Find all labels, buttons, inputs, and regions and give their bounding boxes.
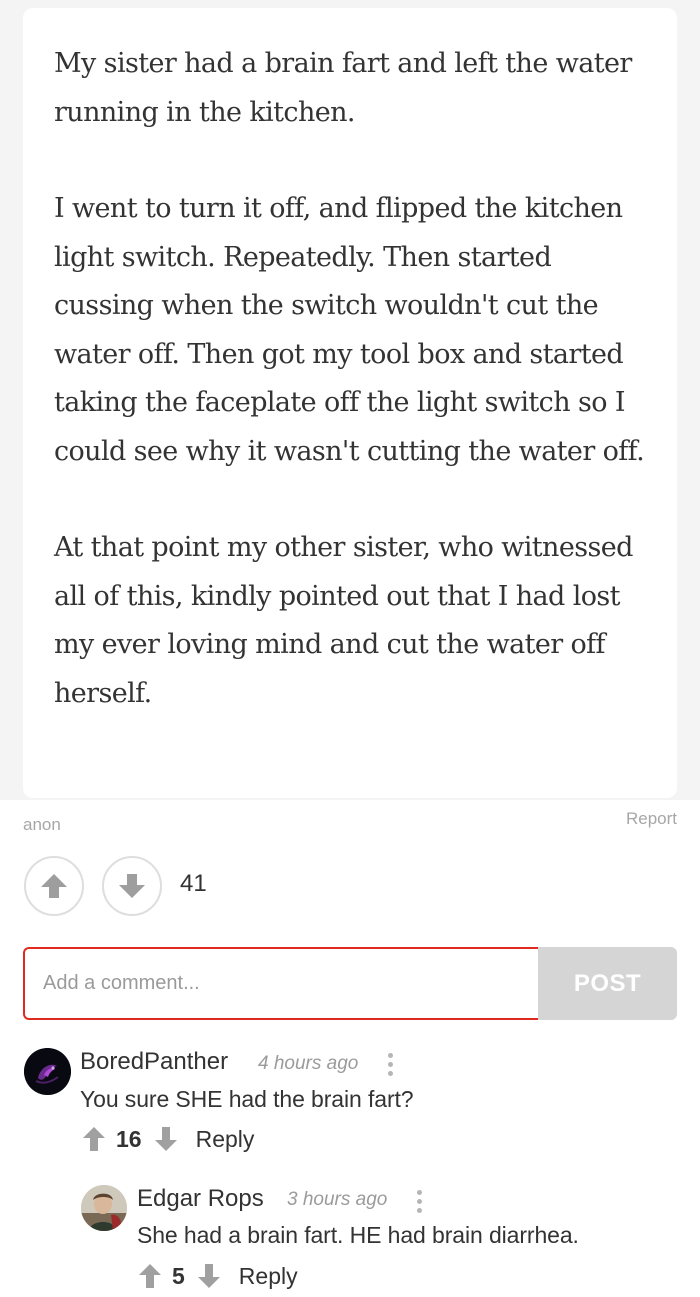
arrow-up-icon[interactable] [82, 1126, 106, 1152]
more-vertical-icon[interactable] [385, 1053, 395, 1079]
arrow-down-icon [119, 874, 145, 898]
comment-text: You sure SHE had the brain fart? [80, 1086, 414, 1112]
comment-author[interactable]: BoredPanther [80, 1048, 228, 1076]
comment-vote-count: 5 [172, 1262, 185, 1289]
post-paragraph: At that point my other sister, who witne… [54, 532, 633, 709]
comment-vote-count: 16 [116, 1125, 142, 1152]
avatar[interactable] [24, 1048, 71, 1095]
comment-author[interactable]: Edgar Rops [137, 1185, 264, 1213]
reply-button[interactable]: Reply [196, 1126, 255, 1153]
post-card: My sister had a brain fart and left the … [23, 8, 677, 798]
comment-input[interactable] [23, 947, 539, 1020]
arrow-down-icon[interactable] [197, 1263, 221, 1289]
upvote-button[interactable] [24, 856, 84, 916]
comment-actions: 5 Reply [138, 1261, 298, 1291]
comment-actions: 16 Reply [82, 1124, 254, 1154]
comment-form: POST [23, 947, 677, 1020]
downvote-button[interactable] [102, 856, 162, 916]
vote-count: 41 [180, 870, 207, 897]
post-comment-button[interactable]: POST [538, 947, 677, 1020]
comment-text: She had a brain fart. HE had brain diarr… [137, 1222, 579, 1248]
comment-timestamp: 3 hours ago [287, 1189, 388, 1210]
comment-timestamp: 4 hours ago [258, 1053, 359, 1074]
avatar-image [81, 1185, 127, 1231]
reply-button[interactable]: Reply [239, 1263, 298, 1290]
arrow-up-icon [41, 874, 67, 898]
avatar-image [24, 1048, 71, 1095]
report-link[interactable]: Report [626, 809, 677, 829]
arrow-up-icon[interactable] [138, 1263, 162, 1289]
arrow-down-icon[interactable] [154, 1126, 178, 1152]
more-vertical-icon[interactable] [414, 1190, 424, 1216]
post-paragraph: My sister had a brain fart and left the … [54, 48, 632, 128]
post-paragraph: I went to turn it off, and flipped the k… [54, 193, 645, 467]
avatar[interactable] [81, 1185, 127, 1231]
post-author: anon [23, 815, 61, 834]
